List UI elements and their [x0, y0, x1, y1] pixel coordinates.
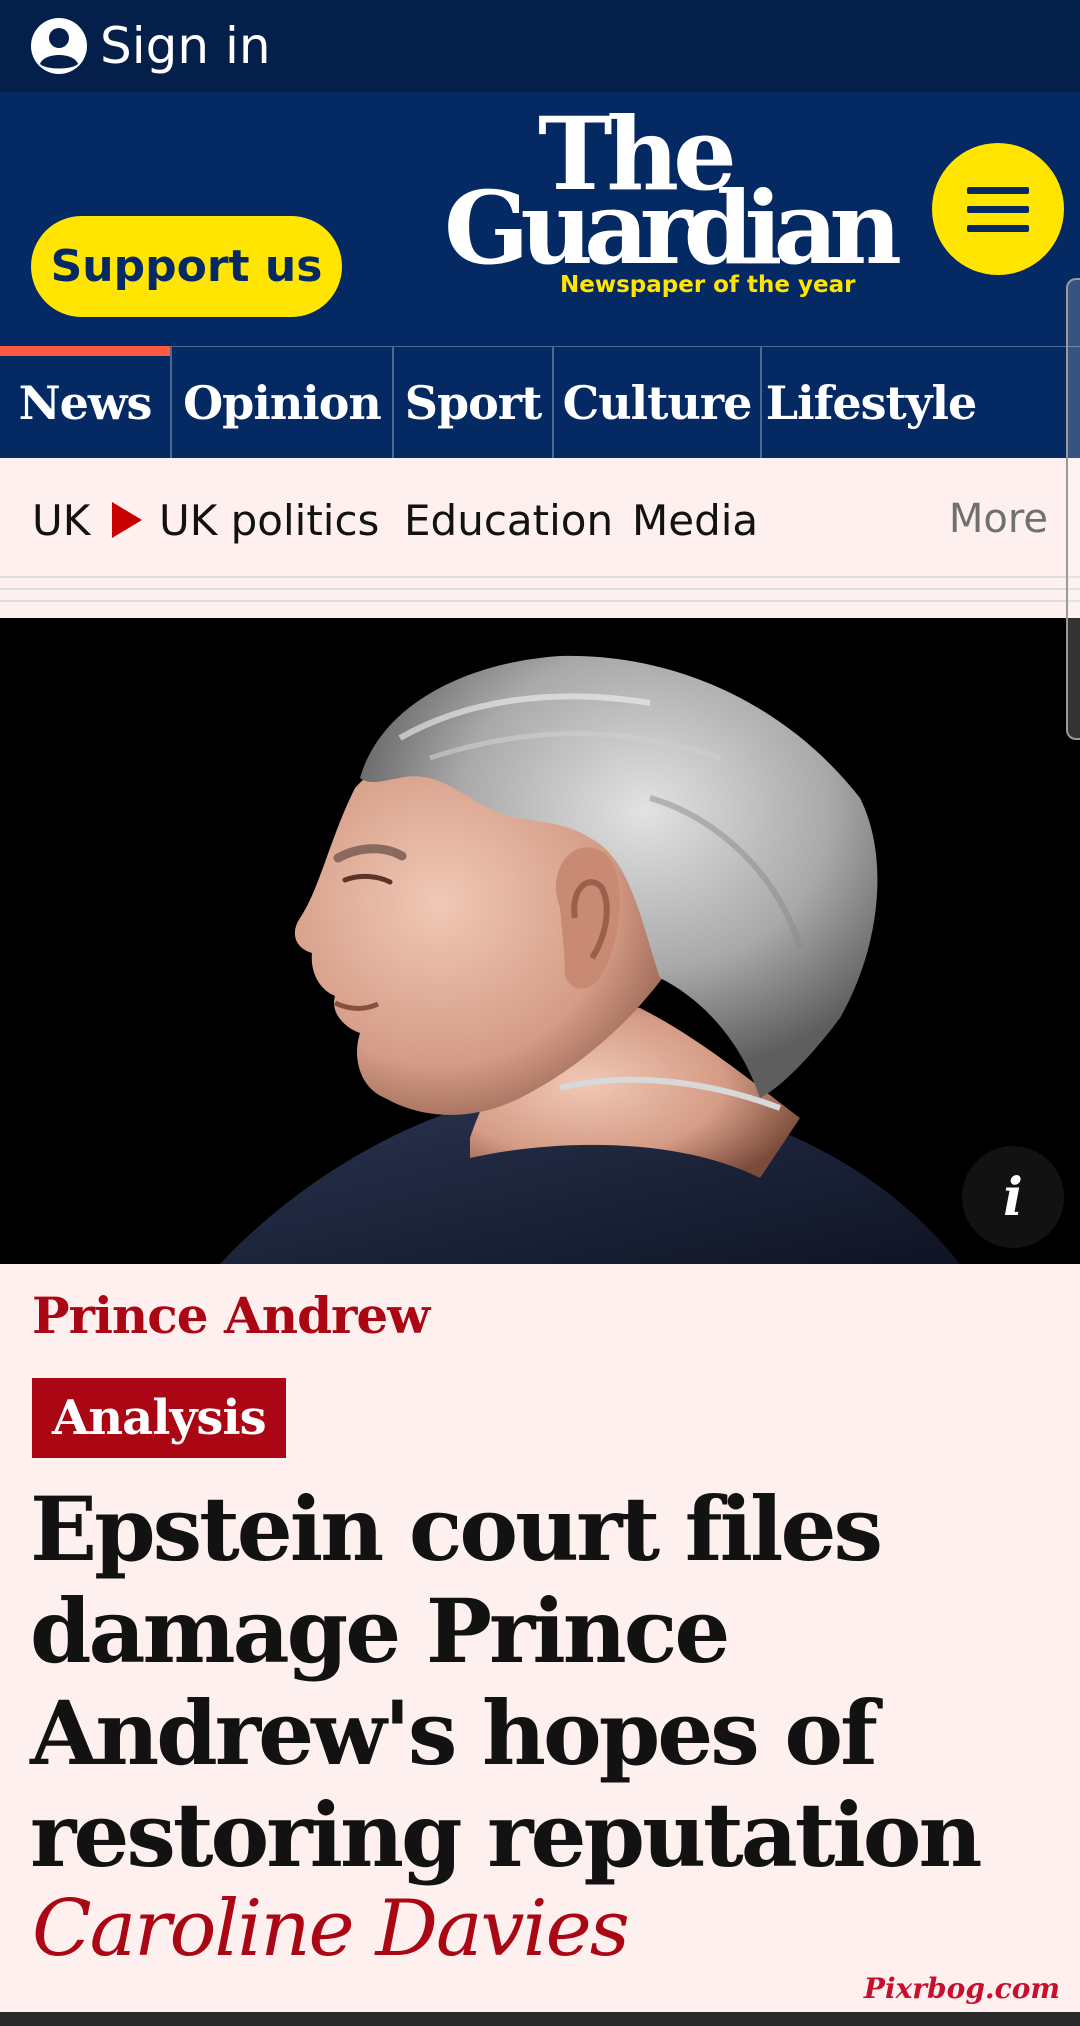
top-bar: Sign in [0, 0, 1080, 92]
bottom-edge-bar [0, 2012, 1080, 2026]
hamburger-icon [967, 187, 1029, 194]
article-kicker[interactable]: Prince Andrew [32, 1286, 430, 1345]
scroll-indicator[interactable] [1066, 278, 1080, 740]
subnav-uk[interactable]: UK [32, 496, 90, 545]
watermark-logo: Pixrbog.com [863, 1972, 1060, 2005]
pillar-news[interactable]: News [0, 346, 172, 458]
user-account-icon [31, 18, 87, 74]
logo-line-2: Guardian [444, 169, 902, 287]
menu-button[interactable] [932, 143, 1064, 275]
info-icon: i [1003, 1166, 1023, 1228]
image-info-button[interactable]: i [962, 1146, 1064, 1248]
subnav-more-button[interactable]: More [949, 496, 1048, 542]
guardian-logo[interactable]: The Guardian Newspaper of the year [444, 102, 914, 302]
pillar-lifestyle[interactable]: Lifestyle [762, 347, 980, 458]
hero-image [0, 618, 1080, 1264]
subnav-media[interactable]: Media [632, 496, 758, 545]
pillar-culture[interactable]: Culture [554, 347, 762, 458]
subnav-education[interactable]: Education [404, 496, 613, 545]
pillar-nav: News Opinion Sport Culture Lifestyle [0, 346, 1080, 458]
support-us-button[interactable]: Support us [31, 216, 342, 317]
pillar-opinion[interactable]: Opinion [172, 347, 394, 458]
breadcrumb-arrow-icon [112, 502, 142, 538]
article-byline[interactable]: Caroline Davies [32, 1884, 630, 1974]
sign-in-label: Sign in [100, 17, 271, 75]
pillar-sport[interactable]: Sport [394, 347, 554, 458]
article-headline: Epstein court files damage Prince Andrew… [30, 1477, 982, 1887]
logo-tagline: Newspaper of the year [560, 272, 856, 298]
portrait-illustration [0, 618, 1080, 1264]
subnav-uk-politics[interactable]: UK politics [159, 496, 379, 545]
sign-in-link[interactable]: Sign in [30, 14, 271, 78]
masthead: Support us The Guardian Newspaper of the… [0, 92, 1080, 346]
sub-nav: UK UK politics Education Media More [0, 458, 1080, 576]
section-divider [0, 572, 1080, 618]
article-type-badge: Analysis [32, 1378, 286, 1458]
